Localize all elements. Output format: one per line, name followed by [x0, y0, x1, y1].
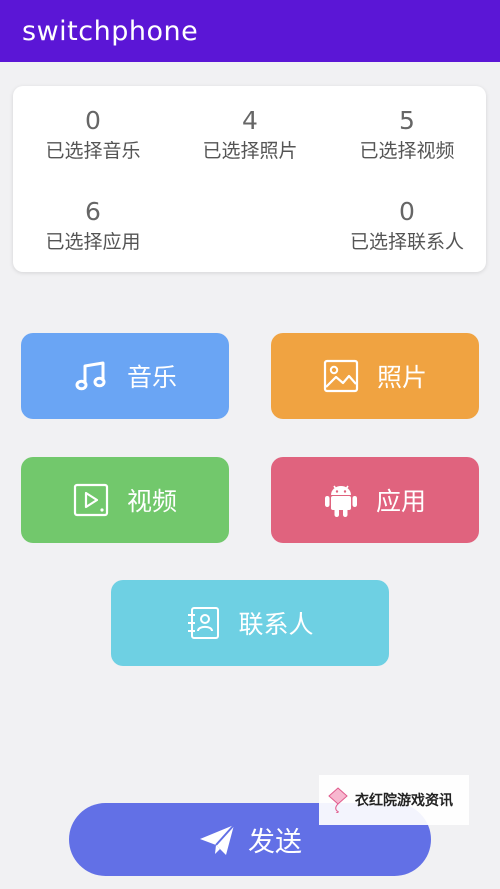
stat-music-label: 已选择音乐: [45, 140, 141, 162]
stat-video: 5 已选择视频: [327, 106, 487, 165]
android-icon: [324, 482, 358, 518]
stat-app-count: 6: [85, 197, 101, 226]
send-button-label: 发送: [248, 827, 302, 858]
app-bar: switchphone: [0, 0, 500, 62]
stat-photo-label: 已选择照片: [202, 140, 298, 162]
video-play-icon: [73, 483, 109, 517]
app-title: switchphone: [22, 15, 199, 47]
stat-video-label: 已选择视频: [359, 140, 455, 162]
stat-contact: 0 已选择联系人: [327, 197, 487, 256]
music-note-icon: [73, 358, 109, 394]
app-button[interactable]: 应用: [271, 457, 479, 543]
contact-book-icon: [186, 606, 220, 640]
image-icon: [323, 359, 359, 393]
stat-app-label: 已选择应用: [45, 231, 141, 253]
selection-summary-card: 0 已选择音乐 4 已选择照片 5 已选择视频 6 已选择应用 0 已选择联系人: [13, 86, 486, 272]
stat-contact-label: 已选择联系人: [349, 231, 464, 253]
watermark-text: 衣红院游戏资讯: [355, 793, 453, 809]
video-button-label: 视频: [126, 487, 177, 516]
stat-music-count: 0: [85, 106, 101, 135]
kite-icon: [327, 787, 349, 813]
music-button-label: 音乐: [126, 363, 177, 392]
paper-plane-icon: [198, 823, 236, 857]
stat-photo-count: 4: [242, 106, 258, 135]
video-button[interactable]: 视频: [21, 457, 229, 543]
stat-video-count: 5: [399, 106, 415, 135]
photo-button-label: 照片: [376, 363, 427, 392]
stat-app: 6 已选择应用: [13, 197, 173, 256]
stat-contact-count: 0: [399, 197, 415, 226]
watermark: 衣红院游戏资讯: [319, 775, 469, 825]
music-button[interactable]: 音乐: [21, 333, 229, 419]
app-button-label: 应用: [375, 487, 426, 516]
stat-photo: 4 已选择照片: [170, 106, 330, 165]
stat-music: 0 已选择音乐: [13, 106, 173, 165]
contact-button[interactable]: 联系人: [111, 580, 389, 666]
photo-button[interactable]: 照片: [271, 333, 479, 419]
contact-button-label: 联系人: [238, 610, 314, 639]
